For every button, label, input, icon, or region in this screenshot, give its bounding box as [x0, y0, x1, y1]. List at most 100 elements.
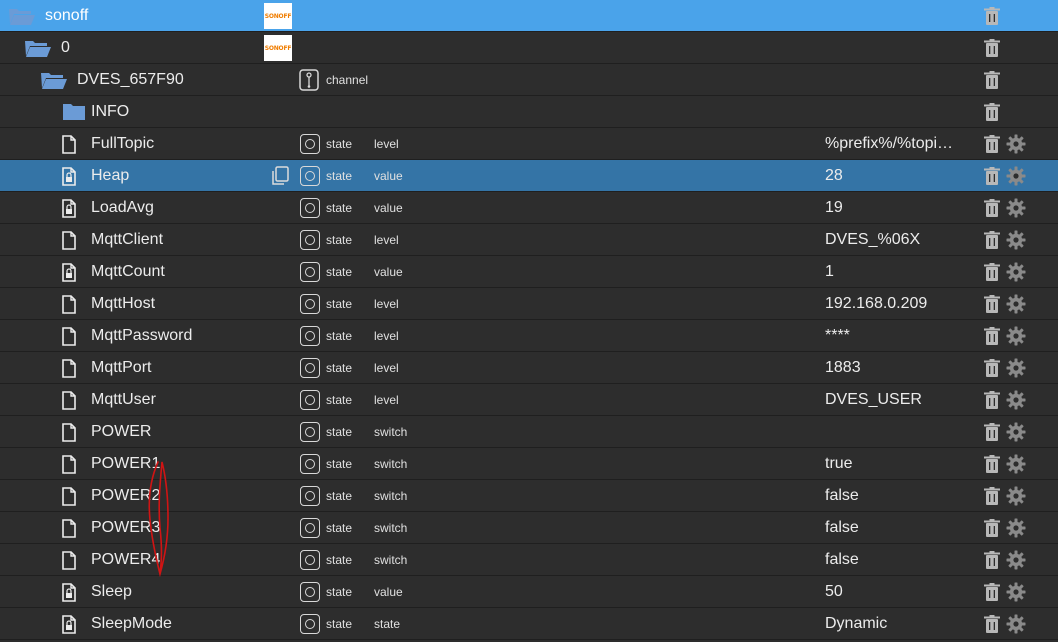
gear-icon[interactable]: [1006, 358, 1026, 378]
object-value[interactable]: false: [825, 544, 859, 576]
tree-row-dves-657f90[interactable]: DVES_657F90 channel: [0, 64, 1058, 96]
gear-icon[interactable]: [1006, 518, 1026, 538]
object-value[interactable]: 50: [825, 576, 843, 608]
object-type: state: [326, 393, 353, 407]
object-type: state: [326, 201, 353, 215]
tree-row-sleepmode[interactable]: SleepMode state state Dynamic: [0, 608, 1058, 640]
object-value[interactable]: 192.168.0.209: [825, 288, 927, 320]
gear-icon[interactable]: [1006, 390, 1026, 410]
gear-icon[interactable]: [1006, 230, 1026, 250]
file-icon[interactable]: [62, 480, 76, 512]
folder-open-icon[interactable]: [24, 32, 52, 64]
gear-icon[interactable]: [1006, 294, 1026, 314]
state-icon: [300, 166, 320, 186]
file-icon[interactable]: [62, 320, 76, 352]
gear-icon[interactable]: [1006, 582, 1026, 602]
tree-row-info[interactable]: INFO: [0, 96, 1058, 128]
trash-icon[interactable]: [984, 7, 1000, 25]
file-icon[interactable]: [62, 288, 76, 320]
tree-row-heap[interactable]: Heap state value 28: [0, 160, 1058, 192]
gear-icon[interactable]: [1006, 198, 1026, 218]
object-value[interactable]: 1883: [825, 352, 861, 384]
state-icon: [300, 262, 320, 282]
gear-icon[interactable]: [1006, 454, 1026, 474]
tree-row-mqttport[interactable]: MqttPort state level 1883: [0, 352, 1058, 384]
tree-row-power2[interactable]: POWER2 state switch false: [0, 480, 1058, 512]
file-icon[interactable]: [62, 416, 76, 448]
object-value[interactable]: 1: [825, 256, 834, 288]
trash-icon[interactable]: [984, 423, 1000, 441]
gear-icon[interactable]: [1006, 550, 1026, 570]
object-value[interactable]: %prefix%/%topi…: [825, 128, 953, 160]
file-lock-icon[interactable]: [62, 576, 76, 608]
trash-icon[interactable]: [984, 551, 1000, 569]
file-icon[interactable]: [62, 384, 76, 416]
trash-icon[interactable]: [984, 231, 1000, 249]
trash-icon[interactable]: [984, 263, 1000, 281]
file-lock-icon[interactable]: [62, 256, 76, 288]
file-icon[interactable]: [62, 512, 76, 544]
file-icon[interactable]: [62, 352, 76, 384]
tree-row-power1[interactable]: POWER1 state switch true: [0, 448, 1058, 480]
object-value[interactable]: 28: [825, 160, 843, 192]
tree-row-mqttuser[interactable]: MqttUser state level DVES_USER: [0, 384, 1058, 416]
tree-row-mqttclient[interactable]: MqttClient state level DVES_%06X: [0, 224, 1058, 256]
trash-icon[interactable]: [984, 359, 1000, 377]
trash-icon[interactable]: [984, 327, 1000, 345]
tree-row-power3[interactable]: POWER3 state switch false: [0, 512, 1058, 544]
trash-icon[interactable]: [984, 615, 1000, 633]
object-value[interactable]: 19: [825, 192, 843, 224]
object-value[interactable]: true: [825, 448, 853, 480]
object-value[interactable]: ****: [825, 320, 850, 352]
trash-icon[interactable]: [984, 167, 1000, 185]
trash-icon[interactable]: [984, 391, 1000, 409]
tree-row-mqtthost[interactable]: MqttHost state level 192.168.0.209: [0, 288, 1058, 320]
file-lock-icon[interactable]: [62, 192, 76, 224]
trash-icon[interactable]: [984, 135, 1000, 153]
trash-icon[interactable]: [984, 455, 1000, 473]
file-lock-icon[interactable]: [62, 608, 76, 640]
gear-icon[interactable]: [1006, 166, 1026, 186]
gear-icon[interactable]: [1006, 422, 1026, 442]
folder-open-icon[interactable]: [8, 0, 36, 32]
trash-icon[interactable]: [984, 71, 1000, 89]
trash-icon[interactable]: [984, 519, 1000, 537]
trash-icon[interactable]: [984, 39, 1000, 57]
tree-row-sonoff[interactable]: sonoff SONOFF: [0, 0, 1058, 32]
trash-icon[interactable]: [984, 103, 1000, 121]
file-lock-icon[interactable]: [62, 160, 76, 192]
tree-row-mqttpassword[interactable]: MqttPassword state level ****: [0, 320, 1058, 352]
trash-icon[interactable]: [984, 487, 1000, 505]
object-value[interactable]: DVES_USER: [825, 384, 922, 416]
folder-closed-icon[interactable]: [62, 96, 86, 128]
trash-icon[interactable]: [984, 583, 1000, 601]
trash-icon[interactable]: [984, 199, 1000, 217]
gear-icon[interactable]: [1006, 486, 1026, 506]
object-value[interactable]: DVES_%06X: [825, 224, 920, 256]
state-icon: [300, 198, 320, 218]
tree-row-power[interactable]: POWER state switch: [0, 416, 1058, 448]
file-icon[interactable]: [62, 448, 76, 480]
gear-icon[interactable]: [1006, 134, 1026, 154]
object-type: channel: [326, 73, 369, 87]
tree-row-power4[interactable]: POWER4 state switch false: [0, 544, 1058, 576]
object-value[interactable]: Dynamic: [825, 608, 887, 640]
object-role: value: [374, 265, 403, 279]
object-value[interactable]: false: [825, 480, 859, 512]
object-type: state: [326, 457, 353, 471]
tree-row-fulltopic[interactable]: FullTopic state level %prefix%/%topi…: [0, 128, 1058, 160]
gear-icon[interactable]: [1006, 326, 1026, 346]
copy-icon[interactable]: [270, 166, 290, 186]
tree-row-loadavg[interactable]: LoadAvg state value 19: [0, 192, 1058, 224]
trash-icon[interactable]: [984, 295, 1000, 313]
file-icon[interactable]: [62, 544, 76, 576]
folder-open-icon[interactable]: [40, 64, 68, 96]
tree-row-mqttcount[interactable]: MqttCount state value 1: [0, 256, 1058, 288]
file-icon[interactable]: [62, 224, 76, 256]
gear-icon[interactable]: [1006, 614, 1026, 634]
tree-row-0[interactable]: 0 SONOFF: [0, 32, 1058, 64]
file-icon[interactable]: [62, 128, 76, 160]
object-value[interactable]: false: [825, 512, 859, 544]
tree-row-sleep[interactable]: Sleep state value 50: [0, 576, 1058, 608]
gear-icon[interactable]: [1006, 262, 1026, 282]
